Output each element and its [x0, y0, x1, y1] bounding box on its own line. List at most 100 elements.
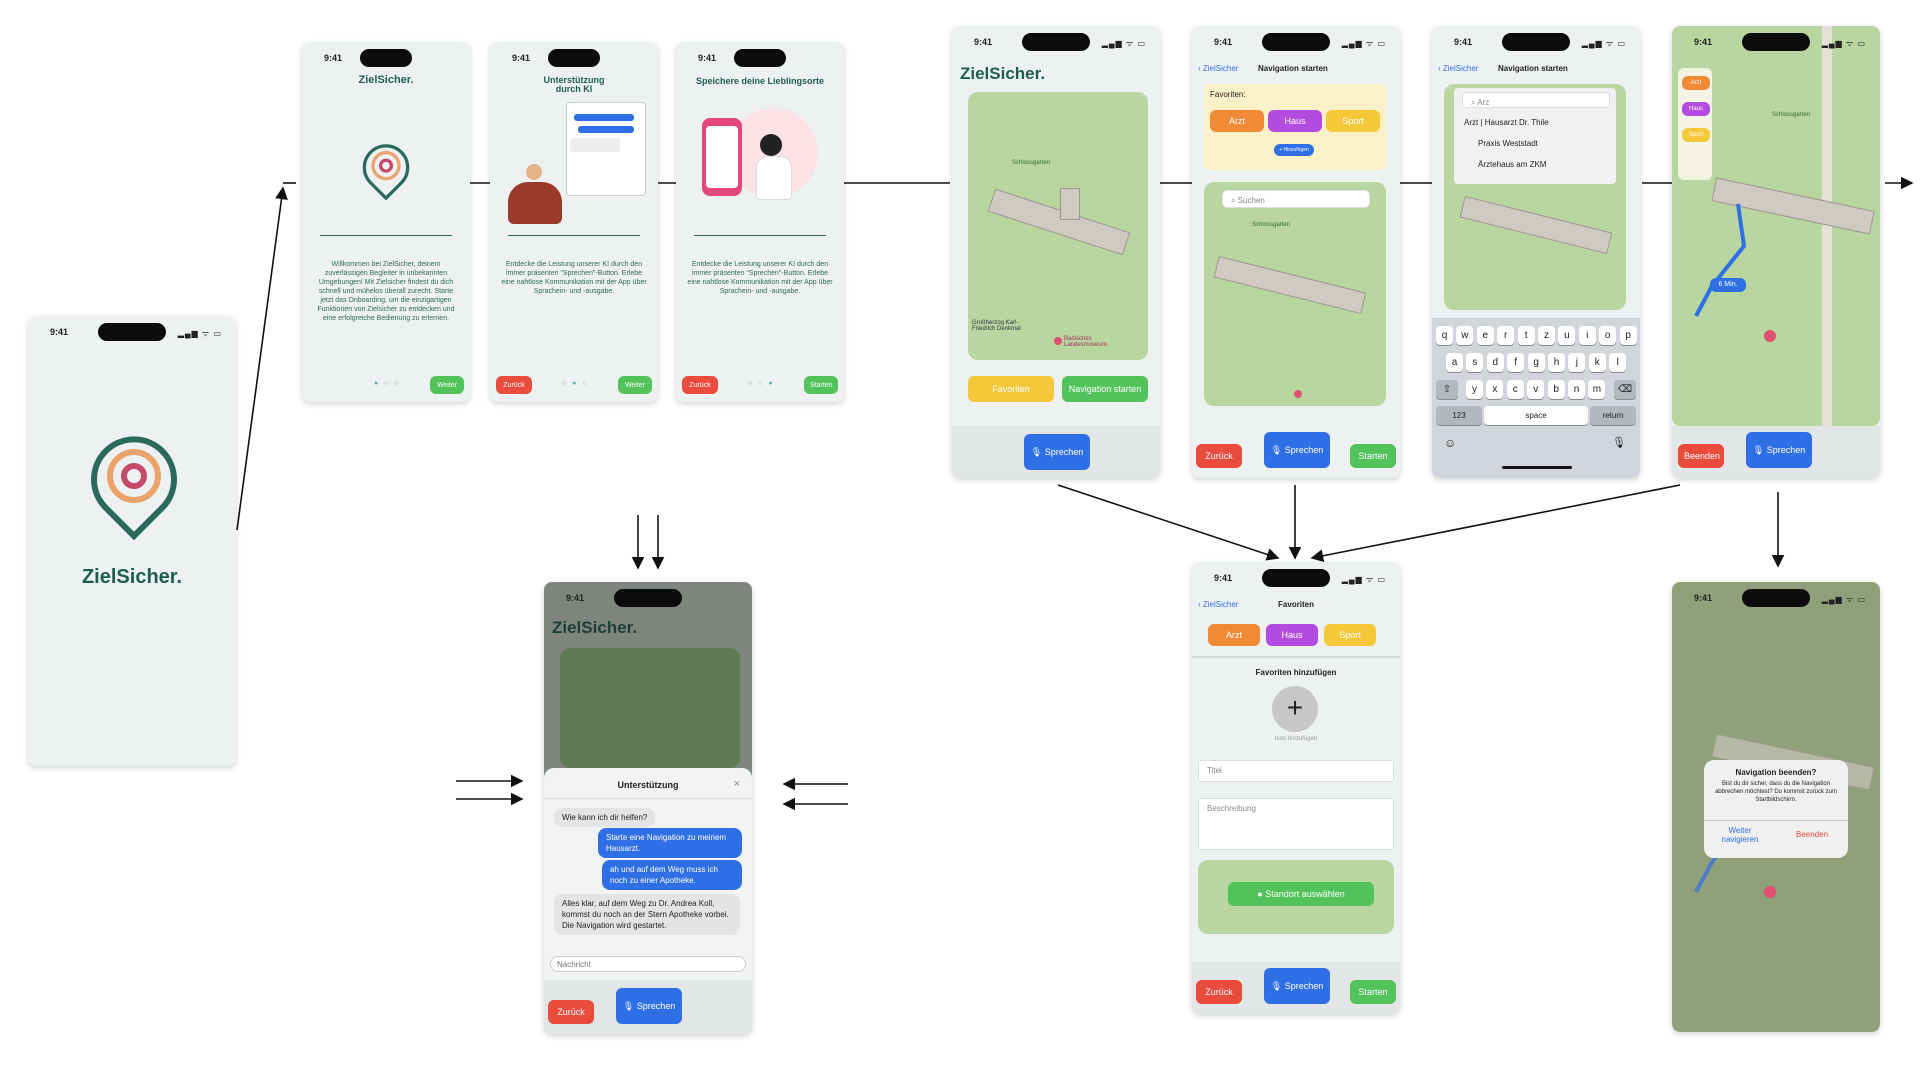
key-n[interactable]: n — [1568, 380, 1585, 399]
chip-sport[interactable]: Sport — [1682, 128, 1710, 142]
assistant-screen: 9:41 ZielSicher. Unterstützung × Wie kan… — [544, 582, 752, 1034]
key-b[interactable]: b — [1547, 380, 1565, 399]
key-k[interactable]: k — [1588, 353, 1606, 372]
museum-pin-icon — [1054, 337, 1062, 345]
zurueck-button[interactable]: Zurück — [1196, 444, 1242, 468]
status-icons: ▂▄▆ ᯤ ▭ — [1341, 39, 1386, 48]
assistant-message: Alles klar, auf dem Weg zu Dr. Andrea Ko… — [554, 894, 740, 935]
key-m[interactable]: m — [1588, 380, 1606, 399]
status-icons: ▂▄▆ ᯤ ▭ — [1581, 39, 1626, 48]
search-result[interactable]: Praxis Weststadt — [1478, 139, 1538, 148]
key-v[interactable]: v — [1527, 380, 1545, 399]
chip-sport[interactable]: Sport — [1324, 624, 1376, 646]
key-t[interactable]: t — [1517, 326, 1535, 345]
key-q[interactable]: q — [1436, 326, 1453, 345]
status-time: 9:41 — [974, 37, 993, 47]
add-favorite-button[interactable]: + Hinzufügen — [1274, 144, 1314, 156]
key-s[interactable]: s — [1466, 353, 1484, 372]
key-l[interactable]: l — [1609, 353, 1627, 372]
key-g[interactable]: g — [1527, 353, 1545, 372]
sprechen-label: Sprechen — [1284, 444, 1324, 455]
message-input[interactable] — [550, 956, 746, 972]
search-map[interactable]: ⌕ Arz Arzt | Hausarzt Dr. Thile Praxis W… — [1444, 84, 1626, 310]
starten-button[interactable]: Starten — [804, 376, 838, 394]
status-time: 9:41 — [324, 53, 343, 63]
key-o[interactable]: o — [1599, 326, 1617, 345]
sprechen-button[interactable]: 🎙 Sprechen — [1264, 432, 1330, 468]
delete-key-icon[interactable]: ⌫ — [1614, 380, 1636, 399]
divider — [1704, 820, 1848, 821]
home-screen: 9:41 ▂▄▆ ᯤ ▭ ZielSicher. Schlossgarten Gr… — [952, 26, 1160, 478]
weiter-button[interactable]: Weiter — [618, 376, 652, 394]
return-key[interactable]: return — [1590, 406, 1636, 425]
zurueck-button[interactable]: Zurück — [496, 376, 532, 394]
logo-icon — [362, 144, 410, 201]
search-input[interactable]: ⌕ Suchen — [1222, 190, 1370, 208]
chip-arzt[interactable]: Arzt — [1210, 110, 1264, 132]
end-navigation-button[interactable]: Beenden — [1782, 830, 1842, 839]
assistant-message: Wie kann ich dir helfen? — [554, 808, 656, 827]
status-icons: ▂▄▆ ᯤ ▭ — [1101, 39, 1146, 48]
key-x[interactable]: x — [1486, 380, 1504, 399]
key-w[interactable]: w — [1456, 326, 1474, 345]
nav-map[interactable]: ⌕ Suchen Schlossgarten — [1204, 182, 1386, 406]
key-a[interactable]: a — [1446, 353, 1463, 372]
dictation-key-icon[interactable]: 🎙 — [1612, 436, 1626, 449]
starten-button[interactable]: Starten — [1350, 980, 1396, 1004]
chip-haus[interactable]: Haus — [1682, 102, 1710, 116]
chip-arzt[interactable]: Arzt — [1682, 76, 1710, 90]
favorites-add-screen: 9:41 ▂▄▆ ᯤ ▭ ‹ ZielSicher Favoriten Arzt … — [1192, 562, 1400, 1014]
key-e[interactable]: e — [1476, 326, 1494, 345]
add-icon-button[interactable]: + — [1272, 686, 1318, 732]
dynamic-island — [614, 589, 682, 607]
key-f[interactable]: f — [1507, 353, 1525, 372]
key-p[interactable]: p — [1619, 326, 1637, 345]
chip-haus[interactable]: Haus — [1268, 110, 1322, 132]
zurueck-button[interactable]: Zurück — [548, 1000, 594, 1024]
key-d[interactable]: d — [1486, 353, 1504, 372]
favorites-label: Favoriten: — [1210, 90, 1246, 99]
key-u[interactable]: u — [1558, 326, 1576, 345]
location-map[interactable]: ● Standort auswählen — [1198, 860, 1394, 934]
dynamic-island — [1262, 33, 1330, 51]
key-j[interactable]: j — [1568, 353, 1586, 372]
chip-sport[interactable]: Sport — [1326, 110, 1380, 132]
key-z[interactable]: z — [1538, 326, 1555, 345]
standort-button[interactable]: ● Standort auswählen — [1228, 882, 1374, 906]
search-result[interactable]: Ärztehaus am ZKM — [1478, 160, 1546, 169]
sprechen-button[interactable]: 🎙 Sprechen — [1746, 432, 1812, 468]
sprechen-button[interactable]: 🎙 Sprechen — [1264, 968, 1330, 1004]
onboarding-title: Speichere deine Lieblingsorte — [695, 76, 825, 86]
chip-haus[interactable]: Haus — [1266, 624, 1318, 646]
key-i[interactable]: i — [1578, 326, 1596, 345]
close-icon[interactable]: × — [734, 778, 740, 790]
weiter-button[interactable]: Weiter — [430, 376, 464, 394]
favoriten-button[interactable]: Favoriten — [968, 376, 1054, 402]
beschreibung-field[interactable]: Beschreibung — [1198, 798, 1394, 850]
key-y[interactable]: y — [1466, 380, 1483, 399]
status-time: 9:41 — [1454, 37, 1473, 47]
back-link[interactable]: ‹ ZielSicher — [1438, 64, 1478, 73]
key-c[interactable]: c — [1506, 380, 1524, 399]
back-link[interactable]: ‹ ZielSicher — [1198, 64, 1238, 73]
home-map[interactable]: Schlossgarten Großherzog Karl-Friedrich … — [968, 92, 1148, 360]
space-key[interactable]: space — [1484, 406, 1588, 425]
sprechen-button[interactable]: 🎙 Sprechen — [1024, 434, 1090, 470]
zurueck-button[interactable]: Zurück — [682, 376, 718, 394]
continue-navigation-button[interactable]: Weiter navigieren — [1710, 826, 1770, 844]
beenden-button[interactable]: Beenden — [1678, 444, 1724, 468]
search-input[interactable]: ⌕ Arz — [1462, 92, 1610, 108]
navigation-starten-button[interactable]: Navigation starten — [1062, 376, 1148, 402]
key-h[interactable]: h — [1548, 353, 1565, 372]
emoji-key-icon[interactable]: ☺ — [1444, 436, 1456, 450]
back-link[interactable]: ‹ ZielSicher — [1198, 600, 1238, 609]
titel-field[interactable]: Titel — [1198, 760, 1394, 782]
zurueck-button[interactable]: Zurück — [1196, 980, 1242, 1004]
starten-button[interactable]: Starten — [1350, 444, 1396, 468]
sprechen-button[interactable]: 🎙 Sprechen — [616, 988, 682, 1024]
search-result[interactable]: Arzt | Hausarzt Dr. Thile — [1464, 118, 1549, 127]
shift-key-icon[interactable]: ⇧ — [1436, 380, 1458, 399]
key-r[interactable]: r — [1497, 326, 1515, 345]
chip-arzt[interactable]: Arzt — [1208, 624, 1260, 646]
numbers-key[interactable]: 123 — [1436, 406, 1482, 425]
